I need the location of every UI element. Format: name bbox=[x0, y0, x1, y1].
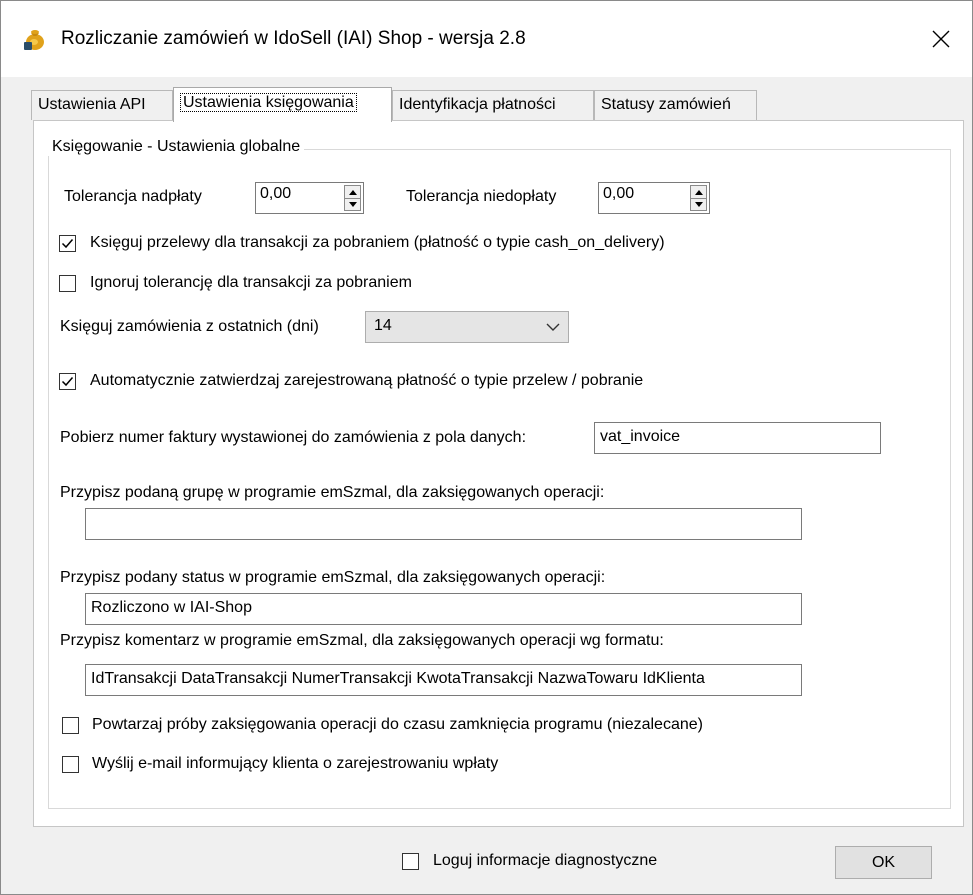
overpay-tolerance-spinner[interactable]: 0,00 bbox=[255, 182, 364, 214]
ignore-tolerance-checkbox[interactable] bbox=[59, 275, 76, 292]
triangle-up-icon bbox=[348, 189, 357, 195]
close-button[interactable] bbox=[910, 1, 972, 77]
invoice-field-label: Pobierz numer faktury wystawionej do zam… bbox=[60, 429, 527, 446]
underpay-tolerance-label: Tolerancja niedopłaty bbox=[406, 188, 557, 205]
checkmark-icon bbox=[61, 377, 74, 387]
retry-label: Powtarzaj próby zaksięgowania operacji d… bbox=[92, 716, 703, 733]
status-label: Przypisz podany status w programie emSzm… bbox=[60, 569, 606, 586]
diagnostics-label: Loguj informacje diagnostyczne bbox=[433, 852, 658, 869]
days-select[interactable]: 14 bbox=[365, 311, 569, 343]
window-title: Rozliczanie zamówień w IdoSell (IAI) Sho… bbox=[61, 28, 526, 49]
retry-checkbox[interactable] bbox=[62, 717, 79, 734]
money-bag-icon bbox=[22, 27, 48, 51]
triangle-down-icon bbox=[694, 201, 703, 207]
tab-order-statuses[interactable]: Statusy zamówień bbox=[594, 90, 757, 120]
group-label: Przypisz podaną grupę w programie emSzma… bbox=[60, 484, 605, 501]
spin-down-button[interactable] bbox=[345, 198, 360, 210]
days-label: Księguj zamówienia z ostatnich (dni) bbox=[60, 318, 319, 335]
triangle-down-icon bbox=[348, 201, 357, 207]
close-icon bbox=[932, 30, 950, 48]
tab-api-settings[interactable]: Ustawienia API bbox=[31, 90, 173, 120]
ignore-tolerance-label: Ignoruj tolerancję dla transakcji za pob… bbox=[90, 274, 412, 291]
dialog-window: Rozliczanie zamówień w IdoSell (IAI) Sho… bbox=[0, 0, 973, 895]
tab-payment-identification[interactable]: Identyfikacja płatności bbox=[392, 90, 594, 120]
spin-down-button[interactable] bbox=[691, 198, 706, 210]
tab-accounting-settings[interactable]: Ustawienia księgowania bbox=[173, 87, 392, 122]
cod-transfers-checkbox[interactable] bbox=[59, 235, 76, 252]
checkmark-icon bbox=[61, 239, 74, 249]
diagnostics-checkbox[interactable] bbox=[402, 853, 419, 870]
chevron-down-icon bbox=[546, 323, 560, 331]
title-bar: Rozliczanie zamówień w IdoSell (IAI) Sho… bbox=[1, 1, 972, 77]
email-checkbox[interactable] bbox=[62, 756, 79, 773]
auto-confirm-label: Automatycznie zatwierdzaj zarejestrowaną… bbox=[90, 372, 644, 389]
underpay-tolerance-spinner[interactable]: 0,00 bbox=[598, 182, 710, 214]
comment-label: Przypisz komentarz w programie emSzmal, … bbox=[60, 632, 664, 649]
overpay-tolerance-label: Tolerancja nadpłaty bbox=[64, 188, 202, 205]
group-input[interactable] bbox=[85, 508, 802, 540]
group-legend: Księgowanie - Ustawienia globalne bbox=[48, 138, 305, 156]
email-label: Wyślij e-mail informujący klienta o zare… bbox=[92, 755, 499, 772]
tab-panel: Księgowanie - Ustawienia globalne Tolera… bbox=[33, 120, 964, 827]
comment-format-input[interactable]: IdTransakcji DataTransakcji NumerTransak… bbox=[85, 664, 802, 696]
ok-button[interactable]: OK bbox=[835, 846, 932, 879]
triangle-up-icon bbox=[694, 189, 703, 195]
auto-confirm-checkbox[interactable] bbox=[59, 373, 76, 390]
invoice-field-input[interactable]: vat_invoice bbox=[594, 422, 881, 454]
cod-transfers-label: Księguj przelewy dla transakcji za pobra… bbox=[90, 234, 665, 251]
status-input[interactable]: Rozliczono w IAI-Shop bbox=[85, 593, 802, 625]
